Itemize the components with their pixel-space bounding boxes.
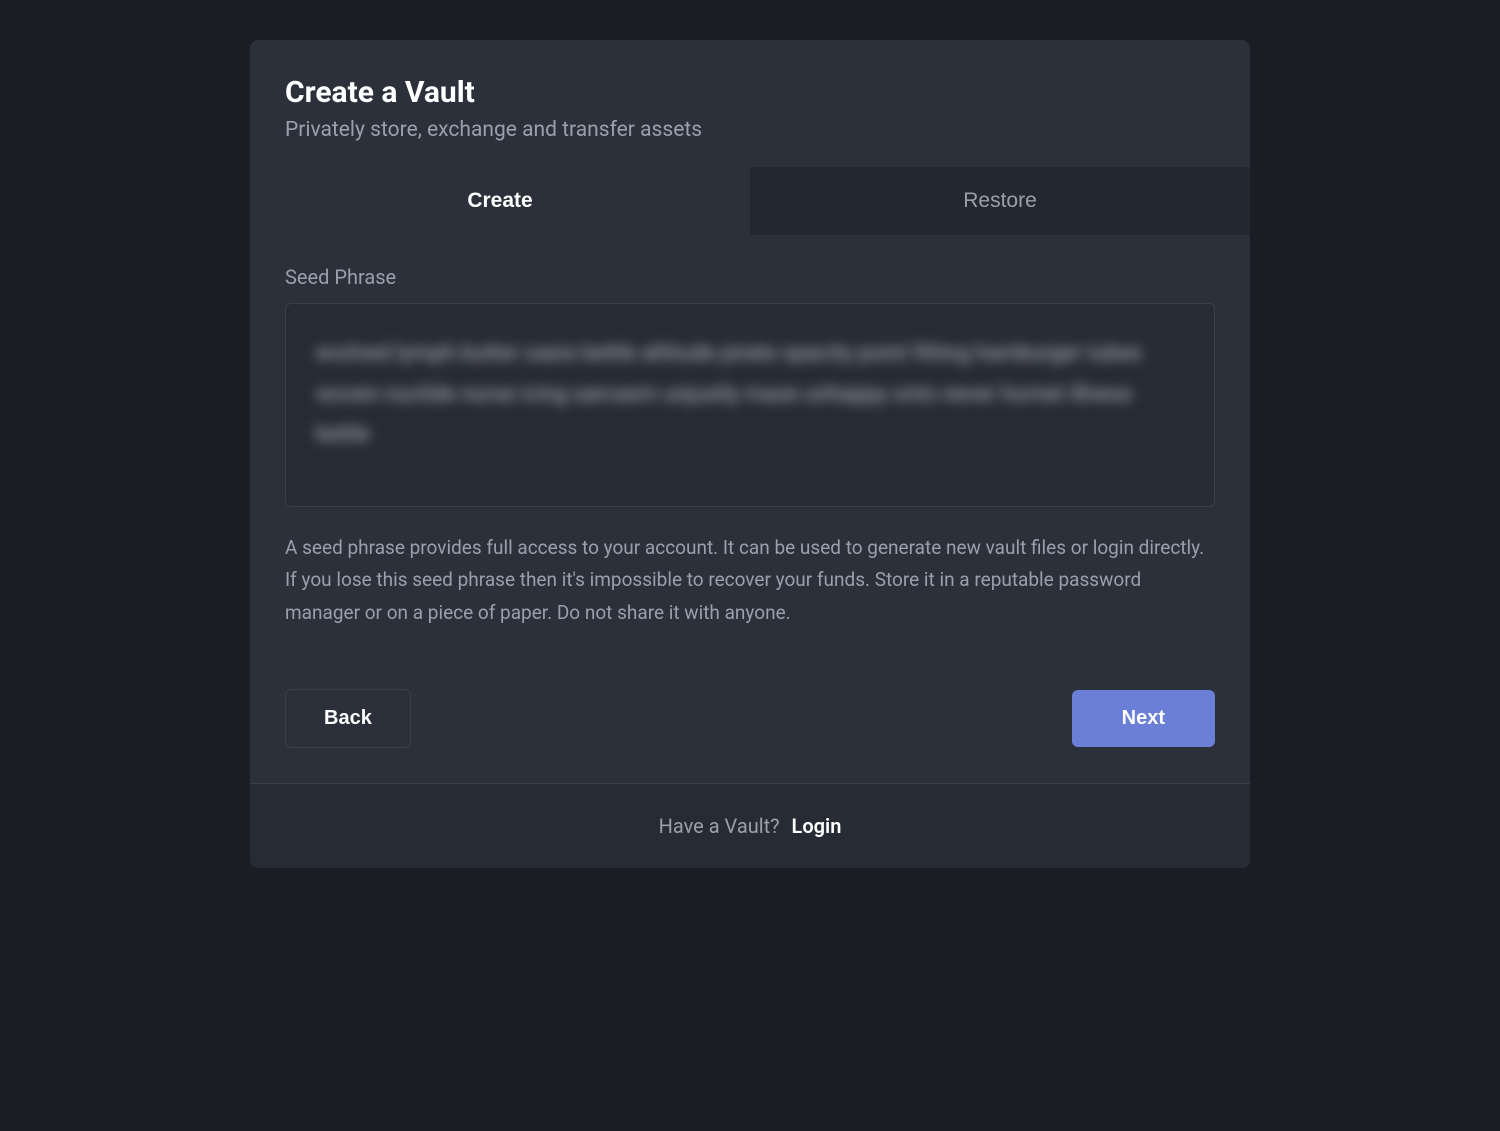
seed-phrase-label: Seed Phrase [285,265,1215,289]
next-button[interactable]: Next [1072,690,1215,747]
button-row: Back Next [285,689,1215,748]
login-link[interactable]: Login [792,814,842,838]
card-header: Create a Vault Privately store, exchange… [250,40,1250,167]
back-button[interactable]: Back [285,689,411,748]
page-subtitle: Privately store, exchange and transfer a… [285,118,1215,142]
seed-helper-text: A seed phrase provides full access to yo… [285,532,1215,629]
card-footer: Have a Vault? Login [250,783,1250,868]
seed-phrase-box[interactable]: evolved lymph butter oasis kettle altitu… [285,303,1215,507]
page-title: Create a Vault [285,75,1215,110]
card-content: Seed Phrase evolved lymph butter oasis k… [250,235,1250,783]
tab-bar: Create Restore [250,167,1250,235]
vault-card: Create a Vault Privately store, exchange… [250,40,1250,868]
seed-phrase-text: evolved lymph butter oasis kettle altitu… [316,334,1184,456]
tab-create[interactable]: Create [250,167,750,235]
tab-restore[interactable]: Restore [750,167,1250,235]
footer-prompt: Have a Vault? [659,814,780,838]
